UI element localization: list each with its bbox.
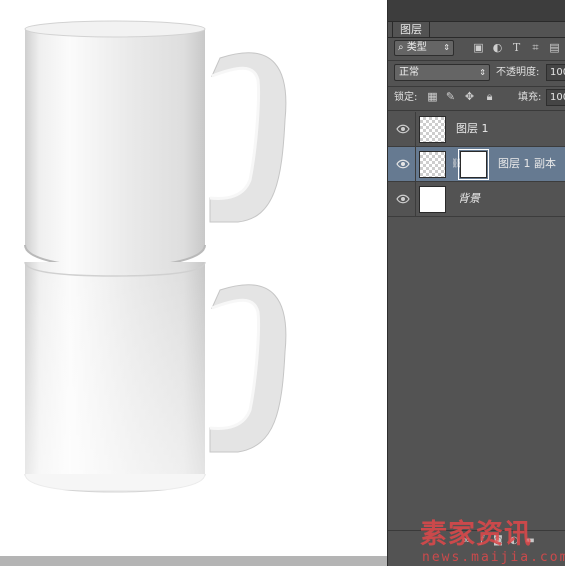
- lock-label: 锁定:: [394, 92, 418, 103]
- shape-filter-icon[interactable]: ⌗: [529, 41, 542, 54]
- blend-mode-value: 正常: [399, 67, 419, 78]
- opacity-label: 不透明度:: [496, 67, 540, 78]
- mask-link-icon[interactable]: ⛓: [451, 159, 462, 170]
- layer-thumbnail[interactable]: [419, 151, 446, 178]
- layer-mask-thumbnail[interactable]: [458, 149, 489, 180]
- eye-icon[interactable]: [396, 123, 410, 135]
- eye-icon[interactable]: [396, 158, 410, 170]
- canvas-scrollbar[interactable]: [0, 556, 387, 566]
- divider: [388, 110, 565, 111]
- lock-transparent-pixels-icon[interactable]: ▦: [426, 90, 439, 104]
- layer-name[interactable]: 图层 1 副本: [498, 156, 556, 172]
- lock-all-icon[interactable]: 🔒︎: [483, 90, 496, 104]
- lock-image-pixels-icon[interactable]: ✎: [444, 90, 457, 104]
- layer-name[interactable]: 背景: [458, 191, 480, 207]
- layer-row[interactable]: 背景: [388, 182, 565, 217]
- fill-label: 填充:: [518, 92, 542, 103]
- chevron-updown-icon: ⇕: [443, 43, 450, 52]
- smart-object-filter-icon[interactable]: ▤: [548, 41, 561, 54]
- adjustment-filter-icon[interactable]: ◐: [491, 41, 504, 54]
- layer-name[interactable]: 图层 1: [456, 121, 489, 137]
- mug-bottom: [24, 261, 287, 493]
- blend-row: 正常 ⇕ 不透明度: 100: [388, 61, 565, 85]
- layer-filter-row: ⌕ 类型 ⇕ ▣ ◐ T ⌗ ▤: [388, 38, 565, 60]
- type-filter-icon[interactable]: T: [510, 41, 523, 54]
- layer-thumbnail[interactable]: [419, 116, 446, 143]
- divider: [415, 112, 416, 147]
- lock-row: 锁定: ▦ ✎ ✥ 🔒︎ 填充: 100: [388, 87, 565, 109]
- divider: [415, 147, 416, 182]
- mug-artwork: [24, 20, 287, 493]
- layer-row[interactable]: 图层 1: [388, 112, 565, 147]
- watermark-url: news.maijia.com: [422, 550, 565, 565]
- search-icon: ⌕: [398, 42, 404, 53]
- panel-header-bar: [388, 0, 565, 22]
- filter-kind-select[interactable]: ⌕ 类型 ⇕: [394, 40, 454, 56]
- lock-position-icon[interactable]: ✥: [463, 90, 476, 104]
- divider: [415, 182, 416, 217]
- mug-top: [24, 20, 287, 269]
- watermark-logo-text: 素家资讯: [420, 519, 532, 550]
- watermark: 素家资讯 news.maijia.com: [420, 518, 565, 566]
- layers-panel: 图层 ⌕ 类型 ⇕ ▣ ◐ T ⌗ ▤ 正常 ⇕ 不透明度: 100 锁定: ▦…: [387, 0, 565, 566]
- eye-icon[interactable]: [396, 193, 410, 205]
- opacity-field[interactable]: 100: [546, 64, 565, 81]
- layer-thumbnail[interactable]: [419, 186, 446, 213]
- blend-mode-select[interactable]: 正常 ⇕: [394, 64, 490, 81]
- layer-row[interactable]: ⛓ 图层 1 副本: [388, 147, 565, 182]
- document-canvas[interactable]: [0, 0, 387, 556]
- fill-field[interactable]: 100: [546, 89, 565, 106]
- filter-kind-label: 类型: [406, 42, 427, 53]
- tab-layers[interactable]: 图层: [392, 21, 430, 38]
- image-filter-icon[interactable]: ▣: [472, 41, 485, 54]
- chevron-updown-icon: ⇕: [479, 68, 486, 77]
